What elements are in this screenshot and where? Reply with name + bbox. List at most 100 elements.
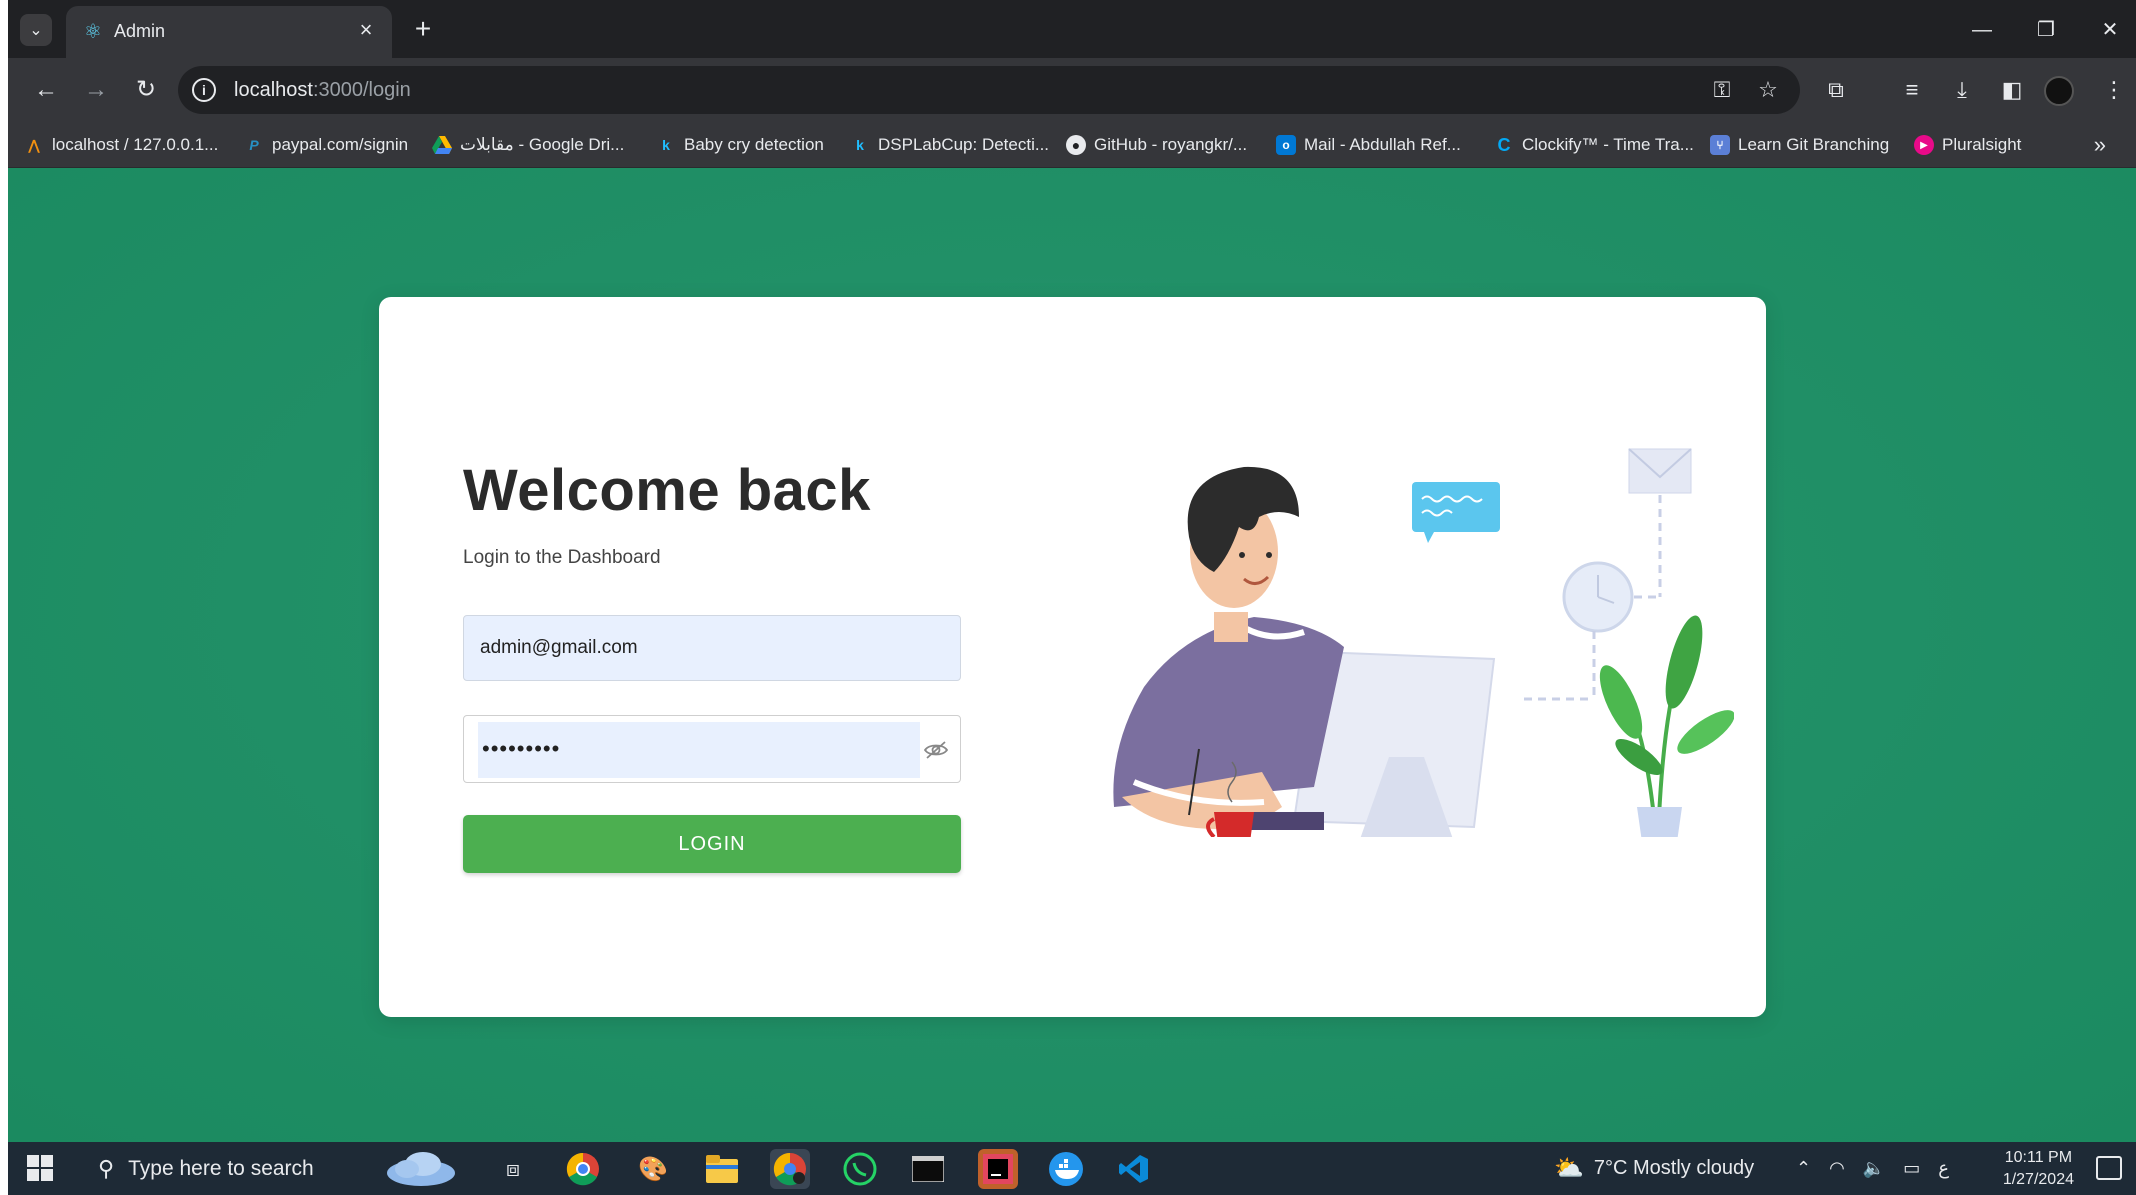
- chat-bubble-icon: [1412, 482, 1500, 543]
- chrome-profile-icon[interactable]: [770, 1149, 810, 1189]
- browser-toolbar: ← → ↻ i localhost:3000/login ⚿ ☆ ⧉ ≡ ⤓ ◧…: [8, 58, 2136, 122]
- url-text[interactable]: localhost:3000/login: [234, 79, 411, 102]
- login-page: Welcome back Login to the Dashboard admi…: [8, 168, 2136, 1142]
- git-icon: ⑂: [1710, 135, 1730, 155]
- bookmark-label: localhost / 127.0.0.1...: [52, 135, 219, 154]
- weather-text: 7°C Mostly cloudy: [1593, 1157, 1755, 1179]
- search-placeholder: Type here to search: [128, 1156, 314, 1180]
- bookmark-clockify[interactable]: C Clockify™ - Time Tra...: [1494, 132, 1694, 158]
- partly-cloudy-icon: ⛅: [1554, 1155, 1584, 1182]
- address-bar[interactable]: i localhost:3000/login ⚿ ☆: [178, 66, 1800, 114]
- paint-icon[interactable]: 🎨: [633, 1149, 673, 1189]
- tab-strip: ⌄ ⚛ Admin × + — ❐ ✕: [8, 0, 2136, 58]
- password-key-icon[interactable]: ⚿: [1708, 76, 1736, 104]
- bookmark-label: Clockify™ - Time Tra...: [1522, 135, 1694, 154]
- download-icon[interactable]: ⤓: [1944, 72, 1980, 108]
- notification-icon[interactable]: [2096, 1156, 2122, 1180]
- tab-admin[interactable]: ⚛ Admin ×: [66, 6, 392, 58]
- restore-icon[interactable]: ❐: [2028, 12, 2064, 48]
- reload-icon[interactable]: ↻: [128, 72, 164, 108]
- eye-slash-icon[interactable]: [922, 736, 950, 764]
- bookmark-pluralsight[interactable]: ▶ Pluralsight: [1914, 132, 2021, 158]
- battery-icon[interactable]: ▭: [1903, 1158, 1920, 1179]
- bookmark-google-drive[interactable]: مقابلات - Google Dri...: [432, 132, 624, 158]
- bookmark-label: DSPLabCup: Detecti...: [878, 135, 1050, 154]
- language-indicator[interactable]: ع: [1938, 1158, 1949, 1179]
- chrome-icon[interactable]: [563, 1149, 603, 1189]
- plant-icon: [1599, 615, 1734, 837]
- wifi-icon[interactable]: ◠: [1829, 1158, 1845, 1179]
- bookmark-dsplabcup[interactable]: k DSPLabCup: Detecti...: [850, 132, 1049, 158]
- bookmark-label: Pluralsight: [1942, 135, 2022, 154]
- taskbar-clock[interactable]: 10:11 PM 1/27/2024: [2003, 1147, 2074, 1191]
- vscode-icon[interactable]: [1114, 1149, 1154, 1189]
- task-view-icon[interactable]: ⧈: [493, 1149, 533, 1189]
- close-icon[interactable]: ×: [354, 18, 378, 42]
- whatsapp-icon[interactable]: [840, 1149, 880, 1189]
- bookmarks-overflow-icon[interactable]: »: [2094, 132, 2106, 158]
- bookmark-learn-git[interactable]: ⑂ Learn Git Branching: [1710, 132, 1889, 158]
- bookmark-label: Mail - Abdullah Ref...: [1304, 135, 1461, 154]
- bookmark-label: GitHub - royangkr/...: [1094, 135, 1248, 154]
- system-tray: ⌃ ◠ 🔈 ▭ ع: [1796, 1142, 1949, 1195]
- person-at-computer-illustration: [1113, 448, 1734, 837]
- bookmark-localhost[interactable]: ⋀ localhost / 127.0.0.1...: [24, 132, 218, 158]
- search-icon: ⚲: [98, 1155, 115, 1181]
- page-subtitle: Login to the Dashboard: [463, 547, 661, 568]
- react-icon: ⚛: [84, 21, 102, 43]
- paypal-icon: P: [249, 137, 259, 153]
- bookmark-star-icon[interactable]: ☆: [1754, 76, 1782, 104]
- profile-avatar[interactable]: [2044, 76, 2074, 106]
- terminal-icon[interactable]: [908, 1149, 948, 1189]
- pluralsight-icon: ▶: [1914, 135, 1934, 155]
- password-field[interactable]: •••••••••: [478, 722, 920, 778]
- chevron-down-icon: ⌄: [29, 22, 43, 39]
- taskbar-search[interactable]: ⚲ Type here to search: [88, 1142, 388, 1195]
- clockify-icon: C: [1497, 134, 1511, 155]
- kaggle-icon: k: [856, 137, 864, 153]
- google-drive-icon: [432, 135, 452, 155]
- intellij-icon[interactable]: [978, 1149, 1018, 1189]
- site-info-icon[interactable]: i: [192, 78, 216, 102]
- bookmark-baby-cry[interactable]: k Baby cry detection: [656, 132, 824, 158]
- weather-cloud-icon[interactable]: [380, 1149, 460, 1189]
- weather-widget[interactable]: ⛅ 7°C Mostly cloudy: [1554, 1142, 1754, 1195]
- bookmark-mail[interactable]: o Mail - Abdullah Ref...: [1276, 132, 1461, 158]
- login-card: Welcome back Login to the Dashboard admi…: [379, 297, 1766, 1017]
- tab-search-button[interactable]: ⌄: [20, 14, 52, 46]
- chevron-up-icon[interactable]: ⌃: [1796, 1158, 1811, 1179]
- person-figure: [1113, 466, 1344, 830]
- outlook-icon: o: [1276, 135, 1296, 155]
- side-panel-icon[interactable]: ◧: [1994, 72, 2030, 108]
- media-control-icon[interactable]: ≡: [1894, 72, 1930, 108]
- kaggle-icon: k: [662, 137, 670, 153]
- bookmark-label: Baby cry detection: [684, 135, 824, 154]
- login-button[interactable]: LOGIN: [463, 815, 961, 873]
- bookmark-label: مقابلات - Google Dri...: [460, 135, 625, 154]
- volume-icon[interactable]: 🔈: [1863, 1158, 1885, 1179]
- minimize-icon[interactable]: —: [1964, 12, 2000, 48]
- windows-taskbar: ⚲ Type here to search ⧈ 🎨 ⛅ 7°C Mostly c…: [8, 1142, 2136, 1195]
- file-explorer-icon[interactable]: [702, 1149, 742, 1189]
- bookmark-label: paypal.com/signin: [272, 135, 409, 154]
- url-host: localhost: [234, 79, 313, 101]
- menu-kebab-icon[interactable]: ⋮: [2096, 72, 2132, 108]
- back-arrow-icon[interactable]: ←: [28, 72, 64, 108]
- new-tab-button[interactable]: +: [408, 14, 438, 44]
- clock-date: 1/27/2024: [2002, 1171, 2074, 1188]
- email-field[interactable]: admin@gmail.com: [463, 615, 961, 681]
- extensions-icon[interactable]: ⧉: [1818, 72, 1854, 108]
- bookmark-label: Learn Git Branching: [1738, 135, 1890, 154]
- clock-icon: [1562, 561, 1634, 633]
- forward-arrow-icon[interactable]: →: [78, 72, 114, 108]
- screen: ⌄ ⚛ Admin × + — ❐ ✕ ← → ↻ i localhost:30…: [8, 0, 2136, 1195]
- bookmark-github[interactable]: ● GitHub - royangkr/...: [1066, 132, 1247, 158]
- bookmark-paypal[interactable]: P paypal.com/signin: [244, 132, 408, 158]
- password-field-wrapper: •••••••••: [463, 715, 961, 783]
- bookmarks-bar: ⋀ localhost / 127.0.0.1... P paypal.com/…: [8, 122, 2136, 168]
- url-path: :3000/login: [312, 79, 411, 101]
- window-close-icon[interactable]: ✕: [2092, 12, 2128, 48]
- windows-start-icon[interactable]: [26, 1154, 54, 1182]
- phpmyadmin-icon: ⋀: [28, 136, 40, 153]
- docker-icon[interactable]: [1046, 1149, 1086, 1189]
